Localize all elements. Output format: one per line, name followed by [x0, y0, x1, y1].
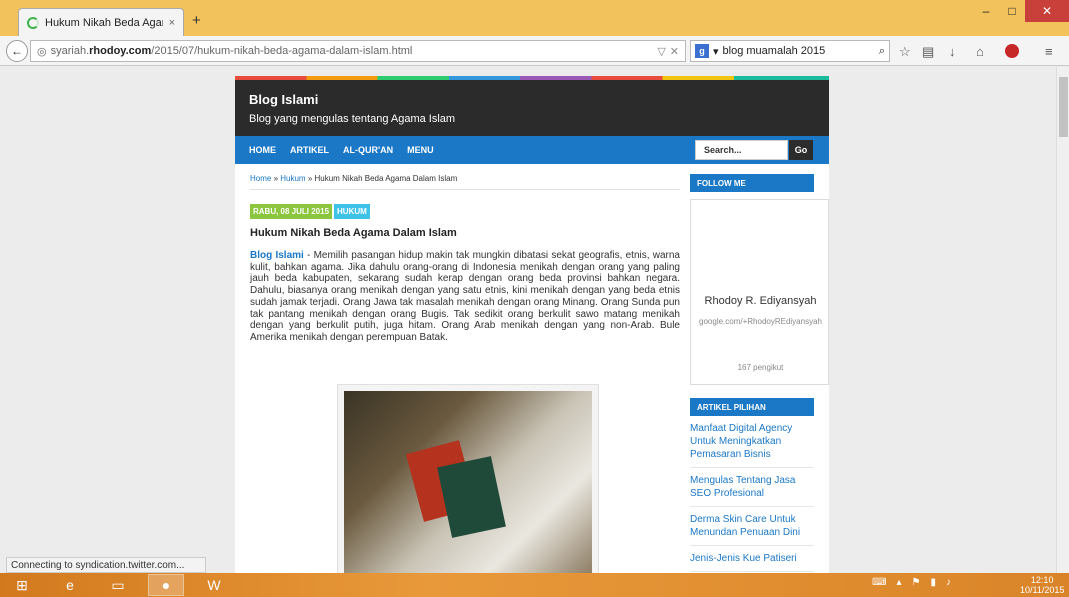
volume-icon[interactable]: ♪ [946, 577, 951, 588]
menu-item-alquran[interactable]: AL-QUR'AN [343, 145, 393, 155]
marriage-book-green [437, 456, 506, 538]
home-icon[interactable]: ⌂ [976, 44, 984, 59]
sidebar: FOLLOW ME Rhodoy R. Ediyansyah google.co… [690, 174, 829, 572]
wedding-photo-image [344, 391, 592, 573]
keyboard-icon[interactable]: ⌨ [872, 577, 886, 588]
status-bar: Connecting to syndication.twitter.com... [6, 557, 206, 573]
adblock-icon[interactable] [1005, 44, 1019, 61]
system-tray: ⌨ ▴ ⚑ ▮ ♪ [872, 577, 951, 588]
article-link[interactable]: Jenis-Jenis Kue Patiseri [690, 546, 814, 572]
minimize-button[interactable]: – [973, 0, 999, 22]
breadcrumb-current: Hukum Nikah Beda Agama Dalam Islam [314, 174, 458, 183]
blog-search-button[interactable]: Go [789, 140, 813, 160]
stop-icon[interactable]: ✕ [670, 45, 679, 58]
articles-widget-title: ARTIKEL PILIHAN [690, 398, 814, 416]
blog-search-input[interactable]: Search... [695, 140, 788, 160]
tab-title: Hukum Nikah Beda Agam... [45, 16, 163, 29]
download-icon[interactable]: ↓ [949, 44, 956, 59]
maximize-button[interactable]: □ [999, 0, 1025, 22]
follow-widget-title: FOLLOW ME [690, 174, 814, 192]
menu-item-artikel[interactable]: ARTIKEL [290, 145, 329, 155]
page-viewport: Blog Islami Blog yang mengulas tentang A… [0, 67, 1056, 573]
blog-title[interactable]: Blog Islami [249, 92, 815, 107]
bookmark-star-icon[interactable]: ☆ [899, 44, 911, 60]
url-bar[interactable]: ◎ syariah.rhodoy.com/2015/07/hukum-nikah… [30, 40, 686, 62]
loading-spinner-icon [27, 16, 39, 29]
scroll-thumb[interactable] [1059, 77, 1068, 137]
blog-container: Blog Islami Blog yang mengulas tentang A… [235, 76, 829, 573]
post-meta: RABU, 08 JULI 2015 HUKUM [250, 204, 680, 219]
menu-item-menu[interactable]: MENU [407, 145, 434, 155]
dropdown-icon[interactable]: ▾ [713, 45, 719, 58]
hamburger-menu-icon[interactable]: ≡ [1045, 44, 1053, 59]
post-main: Home » Hukum » Hukum Nikah Beda Agama Da… [250, 174, 680, 573]
article-link[interactable]: Derma Skin Care Untuk Menundan Penuaan D… [690, 507, 814, 546]
menu-item-home[interactable]: HOME [249, 145, 276, 155]
article-link[interactable]: Manfaat Digital Agency Untuk Meningkatka… [690, 416, 814, 468]
follow-box: Rhodoy R. Ediyansyah google.com/+RhodoyR… [690, 199, 829, 385]
follow-count: 167 pengikut [737, 363, 784, 372]
url-text: syariah.rhodoy.com/2015/07/hukum-nikah-b… [50, 45, 413, 57]
browser-navbar: ← ◎ syariah.rhodoy.com/2015/07/hukum-nik… [0, 36, 1069, 66]
post-lead-link[interactable]: Blog Islami [250, 250, 304, 261]
windows-taskbar: ⊞ e ▭ ● W ⌨ ▴ ⚑ ▮ ♪ 12:10 10/11/2015 [0, 573, 1069, 597]
browser-tab[interactable]: Hukum Nikah Beda Agam... × [18, 8, 184, 36]
blog-menu: HOME ARTIKEL AL-QUR'AN MENU Search... Go [235, 136, 829, 164]
search-bar[interactable]: g ▾ blog muamalah 2015 ⌕ [690, 40, 890, 62]
post-title: Hukum Nikah Beda Agama Dalam Islam [250, 227, 457, 239]
follow-link[interactable]: google.com/+RhodoyREdiyansyah [691, 317, 829, 326]
breadcrumb-category[interactable]: Hukum [280, 174, 305, 183]
back-button[interactable]: ← [6, 40, 28, 62]
breadcrumb-home[interactable]: Home [250, 174, 271, 183]
date-badge: RABU, 08 JULI 2015 [250, 204, 333, 219]
blog-header: Blog Islami Blog yang mengulas tentang A… [235, 80, 829, 136]
breadcrumb: Home » Hukum » Hukum Nikah Beda Agama Da… [250, 174, 680, 190]
follow-name[interactable]: Rhodoy R. Ediyansyah [691, 295, 829, 307]
dropdown-icon[interactable]: ▽ [657, 45, 665, 58]
flag-icon[interactable]: ⚑ [911, 577, 920, 588]
arrow-left-icon: ← [11, 44, 23, 58]
search-icon[interactable]: ⌕ [879, 45, 885, 58]
google-icon[interactable]: g [695, 44, 709, 58]
post-photo [337, 384, 599, 573]
tray-chevron-icon[interactable]: ▴ [896, 577, 901, 588]
post-body: Blog Islami - Memilih pasangan hidup mak… [250, 250, 680, 343]
bookmarks-menu-icon[interactable]: ▤ [922, 44, 934, 60]
browser-titlebar: Hukum Nikah Beda Agam... × + – □ ✕ [0, 0, 1069, 36]
category-badge[interactable]: HUKUM [334, 204, 370, 219]
articles-widget: ARTIKEL PILIHAN Manfaat Digital Agency U… [690, 398, 829, 572]
network-icon[interactable]: ▮ [930, 577, 936, 588]
new-tab-button[interactable]: + [192, 12, 201, 29]
globe-icon: ◎ [37, 45, 47, 58]
page-scrollbar[interactable] [1056, 67, 1069, 573]
window-close-button[interactable]: ✕ [1025, 0, 1069, 22]
file-explorer-icon[interactable]: ▭ [100, 574, 136, 596]
clock[interactable]: 12:10 10/11/2015 [1020, 575, 1064, 595]
windows-start-icon[interactable]: ⊞ [4, 574, 40, 596]
tab-close-icon[interactable]: × [169, 17, 175, 29]
article-link[interactable]: Mengulas Tentang Jasa SEO Profesional [690, 468, 814, 507]
search-query: blog muamalah 2015 [722, 45, 826, 57]
word-icon[interactable]: W [196, 574, 232, 596]
blog-description: Blog yang mengulas tentang Agama Islam [249, 113, 456, 125]
firefox-icon[interactable]: ● [148, 574, 184, 596]
internet-explorer-icon[interactable]: e [52, 574, 88, 596]
